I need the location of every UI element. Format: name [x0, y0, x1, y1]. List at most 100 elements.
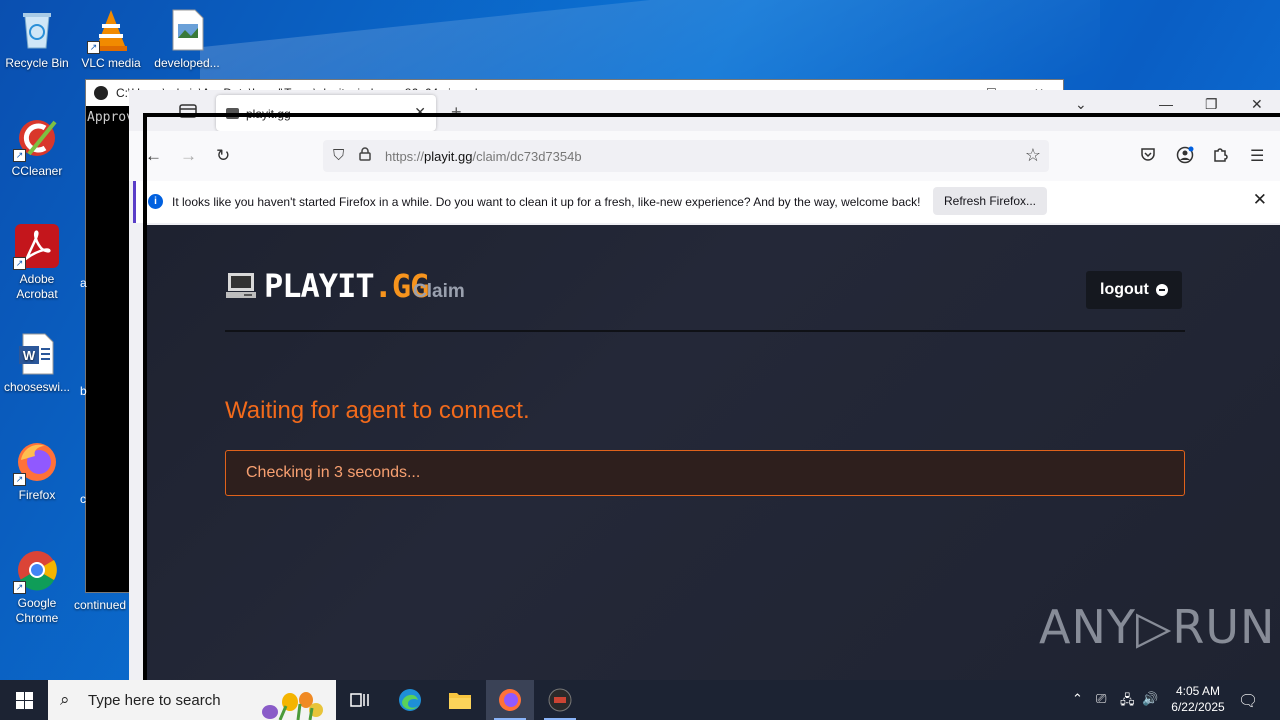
restore-icon[interactable]: ❐ [1205, 96, 1218, 113]
close-notification-icon[interactable]: ✕ [1253, 190, 1267, 210]
desktop-icon-developed[interactable]: developed... [150, 8, 224, 71]
shortcut-arrow-icon: ↗ [13, 257, 26, 270]
taskbar-firefox[interactable] [486, 680, 534, 720]
volume-icon[interactable]: 🔊 [1142, 691, 1158, 707]
refresh-firefox-button[interactable]: Refresh Firefox... [933, 187, 1047, 215]
menu-hamburger-icon[interactable]: ☰ [1250, 146, 1264, 166]
shortcut-arrow-icon: ↗ [13, 149, 26, 162]
header-divider [225, 330, 1185, 332]
taskbar-file-explorer[interactable] [436, 680, 484, 720]
url-bar[interactable]: ⛉ https://playit.gg/claim/dc73d7354b ☆ [323, 140, 1049, 172]
notification-message: It looks like you haven't started Firefo… [172, 195, 921, 209]
firefox-window[interactable]: playit.gg ✕ + ⌄ — ❐ ✕ ← → ↻ ⛉ https://pl… [129, 90, 1280, 680]
console-app-icon [94, 86, 108, 100]
taskbar-edge[interactable] [386, 680, 434, 720]
desktop-icon-label: developed... [154, 56, 220, 70]
logo-text: PLAYIT.GG [264, 267, 429, 305]
taskbar: ⌕ Type here to search ⌃ ⎚ 🖧 🔊 4:05 AM 6/… [0, 680, 1280, 720]
back-icon[interactable]: ← [145, 146, 162, 166]
page-section-title: Claim [413, 281, 465, 302]
url-text[interactable]: https://playit.gg/claim/dc73d7354b [385, 149, 582, 164]
shield-icon[interactable]: ⛉ [333, 147, 344, 164]
chrome-icon: ↗ [13, 548, 59, 594]
pocket-icon[interactable] [1140, 146, 1156, 167]
status-message: Checking in 3 seconds... [246, 464, 421, 481]
url-prefix: https:// [385, 149, 425, 164]
bookmark-star-icon[interactable]: ☆ [1025, 145, 1041, 166]
desktop-icon-google-chrome[interactable]: ↗ Google Chrome [0, 548, 74, 626]
network-device-icon[interactable]: ⎚ [1096, 691, 1106, 707]
acrobat-icon: ↗ [13, 224, 59, 270]
status-heading: Waiting for agent to connect. [225, 397, 530, 424]
notification-bar: i It looks like you haven't started Fire… [133, 181, 1280, 223]
desktop-icon-label: continued [74, 598, 127, 612]
desktop-icon-chooseswi[interactable]: W chooseswi... [0, 332, 74, 395]
taskbar-playit[interactable] [536, 680, 584, 720]
desktop-icon-label: VLC media [81, 56, 141, 70]
desktop-icon-label: Recycle Bin [5, 56, 69, 70]
account-icon[interactable] [1176, 146, 1194, 169]
chevron-down-icon[interactable]: ⌄ [1075, 96, 1087, 113]
status-alert: Checking in 3 seconds... [225, 450, 1185, 496]
ccleaner-icon: ↗ [13, 116, 59, 162]
search-icon: ⌕ [60, 690, 70, 709]
window-border-overlay [143, 113, 147, 680]
minus-circle-icon [1156, 284, 1168, 296]
taskbar-search[interactable]: ⌕ Type here to search [48, 680, 336, 720]
info-icon: i [148, 194, 163, 209]
close-window-icon[interactable]: ✕ [1251, 96, 1263, 113]
svg-text:W: W [23, 348, 36, 363]
console-side-label: b [80, 384, 87, 398]
firefox-icon [499, 689, 521, 711]
reload-icon[interactable]: ↻ [216, 146, 230, 166]
logout-button[interactable]: logout [1086, 271, 1182, 309]
desktop-icon-vlc[interactable]: ↗ VLC media [74, 8, 148, 71]
system-clock[interactable]: 4:05 AM 6/22/2025 [1160, 683, 1236, 715]
lock-icon[interactable] [359, 147, 371, 164]
window-border-overlay [143, 113, 1280, 117]
clock-date: 6/22/2025 [1171, 700, 1225, 714]
edge-icon [399, 689, 421, 711]
show-hidden-icons-chevron-up-icon[interactable]: ⌃ [1072, 691, 1083, 707]
shortcut-arrow-icon: ↗ [87, 41, 100, 54]
minimize-icon[interactable]: — [1159, 96, 1173, 112]
forward-icon[interactable]: → [180, 146, 197, 166]
folder-icon [449, 693, 471, 709]
anyrun-watermark: ANY▷RUN [1039, 600, 1276, 654]
vlc-cone-icon: ↗ [87, 8, 133, 54]
console-side-label: a [80, 276, 87, 290]
shortcut-arrow-icon: ↗ [13, 473, 26, 486]
desktop-icon-label: Firefox [18, 488, 56, 502]
network-icon[interactable]: 🖧 [1120, 691, 1135, 713]
clock-time: 4:05 AM [1175, 684, 1221, 698]
desktop-icon-continued[interactable]: continued [74, 598, 134, 613]
search-placeholder: Type here to search [88, 692, 221, 709]
console-side-label: c [80, 492, 86, 506]
recycle-bin-icon [15, 8, 59, 52]
shortcut-arrow-icon: ↗ [13, 581, 26, 594]
logout-label: logout [1100, 281, 1149, 298]
logo-main: PLAYIT [264, 267, 375, 305]
desktop-icon-ccleaner[interactable]: ↗ CCleaner [0, 116, 74, 179]
word-document-icon: W [15, 332, 59, 376]
firefox-icon: ↗ [13, 440, 59, 486]
desktop-icon-firefox[interactable]: ↗ Firefox [0, 440, 74, 503]
desktop-icon-label: Adobe Acrobat [16, 272, 58, 301]
image-file-icon [165, 8, 209, 52]
extensions-icon[interactable] [1212, 146, 1228, 167]
start-button[interactable] [0, 680, 48, 720]
task-view-button[interactable] [336, 680, 384, 720]
desktop-icon-adobe-acrobat[interactable]: ↗ Adobe Acrobat [0, 224, 74, 302]
page-content: PLAYIT.GG Claim logout Waiting for agent… [147, 225, 1280, 680]
desktop-icon-recycle-bin[interactable]: Recycle Bin [0, 8, 74, 71]
nav-bar: ← → ↻ ⛉ https://playit.gg/claim/dc73d735… [129, 131, 1280, 181]
search-highlight-icon [262, 692, 323, 720]
desktop-icon-label: chooseswi... [3, 380, 71, 394]
desktop-icon-label: CCleaner [11, 164, 63, 178]
desktop-icon-label: Google Chrome [15, 596, 59, 625]
task-view-icon [350, 693, 369, 707]
playit-app-icon [548, 688, 572, 712]
url-domain: playit.gg [424, 149, 473, 164]
url-path: /claim/dc73d7354b [472, 149, 582, 164]
notifications-icon[interactable]: 🗨 [1238, 691, 1258, 711]
